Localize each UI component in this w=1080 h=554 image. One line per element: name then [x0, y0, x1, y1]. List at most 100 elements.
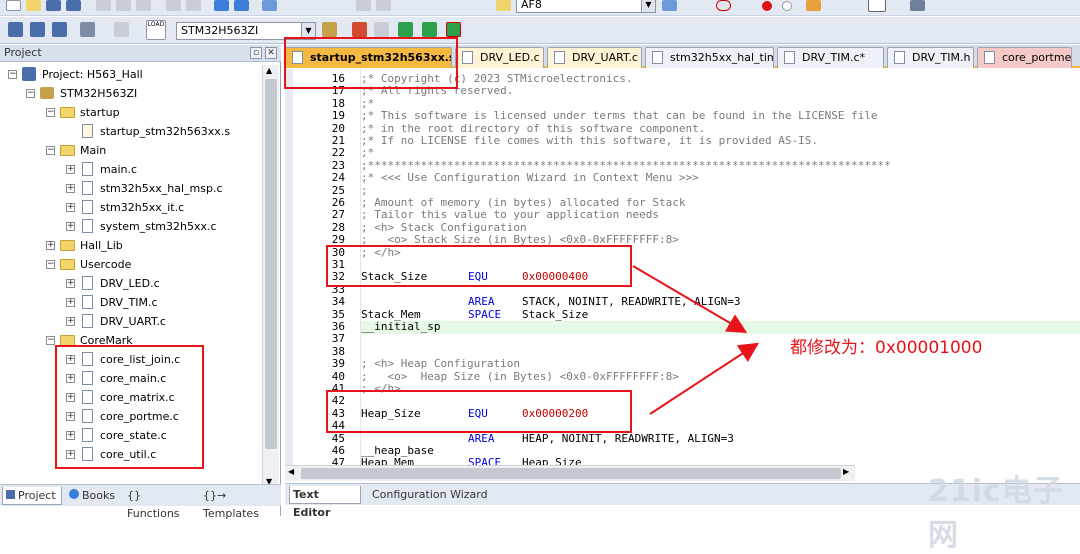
- rebuild-icon[interactable]: [52, 22, 67, 37]
- tree-file-item[interactable]: + system_stm32h5xx.c: [0, 217, 262, 236]
- expand-toggle-icon[interactable]: +: [66, 393, 75, 402]
- tab-templates[interactable]: {}→ Templates: [200, 487, 276, 520]
- copy-icon[interactable]: [116, 0, 131, 11]
- bookmark-icon[interactable]: [262, 0, 277, 11]
- tab-file-0[interactable]: startup_stm32h563xx.s: [285, 47, 452, 68]
- tree-file-item[interactable]: + stm32h5xx_it.c: [0, 198, 262, 217]
- scroll-thumb-h[interactable]: [301, 468, 841, 479]
- tree-project-root[interactable]: − Project: H563_Hall: [0, 65, 262, 84]
- tab-file-4[interactable]: DRV_TIM.c*: [777, 47, 884, 68]
- debug-start-icon[interactable]: [762, 1, 772, 11]
- expand-toggle-icon[interactable]: −: [46, 336, 55, 345]
- window-layout-icon[interactable]: [868, 0, 886, 12]
- tab-file-3[interactable]: stm32h5xx_hal_tim.c: [645, 47, 774, 68]
- nav-forward-icon[interactable]: [234, 0, 249, 11]
- breakpoint-icon[interactable]: [782, 1, 792, 11]
- tree-file-item[interactable]: + stm32h5xx_hal_msp.c: [0, 179, 262, 198]
- find-files-icon[interactable]: [496, 0, 511, 11]
- cut-icon[interactable]: [96, 0, 111, 11]
- scroll-left-icon[interactable]: ◀: [288, 467, 294, 476]
- save-all-icon[interactable]: [66, 0, 81, 11]
- tree-group-main[interactable]: − Main: [0, 141, 262, 160]
- tree-file-item[interactable]: + core_util.c: [0, 445, 262, 464]
- tree-group-hall_lib[interactable]: + Hall_Lib: [0, 236, 262, 255]
- expand-toggle-icon[interactable]: −: [46, 260, 55, 269]
- stop-build-icon[interactable]: [114, 22, 129, 37]
- manage-components-icon[interactable]: [374, 22, 389, 37]
- expand-toggle-icon[interactable]: +: [66, 374, 75, 383]
- nav-back-icon[interactable]: [214, 0, 229, 11]
- expand-toggle-icon[interactable]: −: [8, 70, 17, 79]
- expand-toggle-icon[interactable]: +: [66, 222, 75, 231]
- tab-functions[interactable]: {} Functions: [124, 487, 196, 520]
- redo-icon[interactable]: [186, 0, 201, 11]
- find-select[interactable]: AF8 ▼: [516, 0, 656, 13]
- project-scrollbar[interactable]: ▲ ▼: [262, 65, 279, 490]
- scroll-thumb[interactable]: [265, 79, 277, 449]
- tree-file-item[interactable]: + core_matrix.c: [0, 388, 262, 407]
- tree-file-item[interactable]: + DRV_LED.c: [0, 274, 262, 293]
- tree-group-startup[interactable]: − startup: [0, 103, 262, 122]
- target-options-icon[interactable]: [322, 22, 337, 37]
- tree-file-item[interactable]: startup_stm32h563xx.s: [0, 122, 262, 141]
- pack-installer-icon[interactable]: [398, 22, 413, 37]
- zoom-icon[interactable]: [716, 0, 731, 11]
- scroll-right-icon[interactable]: ▶: [843, 467, 849, 476]
- tree-file-item[interactable]: + DRV_UART.c: [0, 312, 262, 331]
- save-icon[interactable]: [46, 0, 61, 11]
- expand-toggle-icon[interactable]: +: [66, 298, 75, 307]
- expand-toggle-icon[interactable]: +: [66, 355, 75, 364]
- pin-icon[interactable]: ▫: [250, 47, 262, 59]
- paste-icon[interactable]: [136, 0, 151, 11]
- expand-toggle-icon[interactable]: +: [66, 184, 75, 193]
- expand-toggle-icon[interactable]: −: [26, 89, 35, 98]
- expand-toggle-icon[interactable]: −: [46, 146, 55, 155]
- tab-configuration-wizard[interactable]: Configuration Wizard: [369, 486, 489, 504]
- configure-icon[interactable]: [910, 0, 925, 11]
- tab-file-1[interactable]: DRV_LED.c: [455, 47, 544, 68]
- tab-file-2[interactable]: DRV_UART.c: [547, 47, 642, 68]
- open-folder-icon[interactable]: [26, 0, 41, 11]
- target-select[interactable]: STM32H563ZI ▼: [176, 22, 316, 40]
- rte-icon[interactable]: [446, 22, 461, 37]
- tab-file-5[interactable]: DRV_TIM.h: [887, 47, 974, 68]
- expand-toggle-icon[interactable]: +: [66, 431, 75, 440]
- comment-icon[interactable]: [376, 0, 391, 11]
- search-icon[interactable]: [662, 0, 677, 11]
- file-extensions-icon[interactable]: [352, 22, 367, 37]
- tab-project[interactable]: Project: [2, 487, 62, 505]
- scroll-up-icon[interactable]: ▲: [266, 66, 272, 75]
- expand-toggle-icon[interactable]: +: [66, 203, 75, 212]
- expand-toggle-icon[interactable]: +: [46, 241, 55, 250]
- tree-file-item[interactable]: + DRV_TIM.c: [0, 293, 262, 312]
- expand-toggle-icon[interactable]: +: [66, 165, 75, 174]
- tab-file-6[interactable]: core_portme.c: [977, 47, 1072, 68]
- tree-group-usercode[interactable]: − Usercode: [0, 255, 262, 274]
- new-file-icon[interactable]: [6, 0, 21, 11]
- undo-icon[interactable]: [166, 0, 181, 11]
- chevron-down-icon[interactable]: ▼: [641, 0, 655, 12]
- tab-text-editor[interactable]: Text Editor: [289, 486, 361, 519]
- chevron-down-icon[interactable]: ▼: [301, 23, 315, 39]
- tree-group-coremark[interactable]: − CoreMark: [0, 331, 262, 350]
- expand-toggle-icon[interactable]: +: [66, 450, 75, 459]
- expand-toggle-icon[interactable]: +: [66, 412, 75, 421]
- tree-file-item[interactable]: + core_state.c: [0, 426, 262, 445]
- expand-toggle-icon[interactable]: +: [66, 317, 75, 326]
- expand-toggle-icon[interactable]: +: [66, 279, 75, 288]
- indent-icon[interactable]: [356, 0, 371, 11]
- build-icon[interactable]: [30, 22, 45, 37]
- tree-file-item[interactable]: + core_list_join.c: [0, 350, 262, 369]
- close-icon[interactable]: ✕: [265, 47, 277, 59]
- expand-toggle-icon[interactable]: −: [46, 108, 55, 117]
- tab-books[interactable]: Books: [66, 487, 122, 505]
- tree-target[interactable]: − STM32H563ZI: [0, 84, 262, 103]
- code-area[interactable]: ;* Copyright (c) 2023 STMicroelectronics…: [360, 69, 1080, 479]
- tree-file-item[interactable]: + core_main.c: [0, 369, 262, 388]
- translate-icon[interactable]: [8, 22, 23, 37]
- kill-breakpoints-icon[interactable]: [806, 0, 821, 11]
- editor-hscroll[interactable]: ◀ ▶: [285, 465, 855, 481]
- select-packs-icon[interactable]: [422, 22, 437, 37]
- batch-build-icon[interactable]: [80, 22, 95, 37]
- download-button[interactable]: LOAD: [146, 20, 166, 40]
